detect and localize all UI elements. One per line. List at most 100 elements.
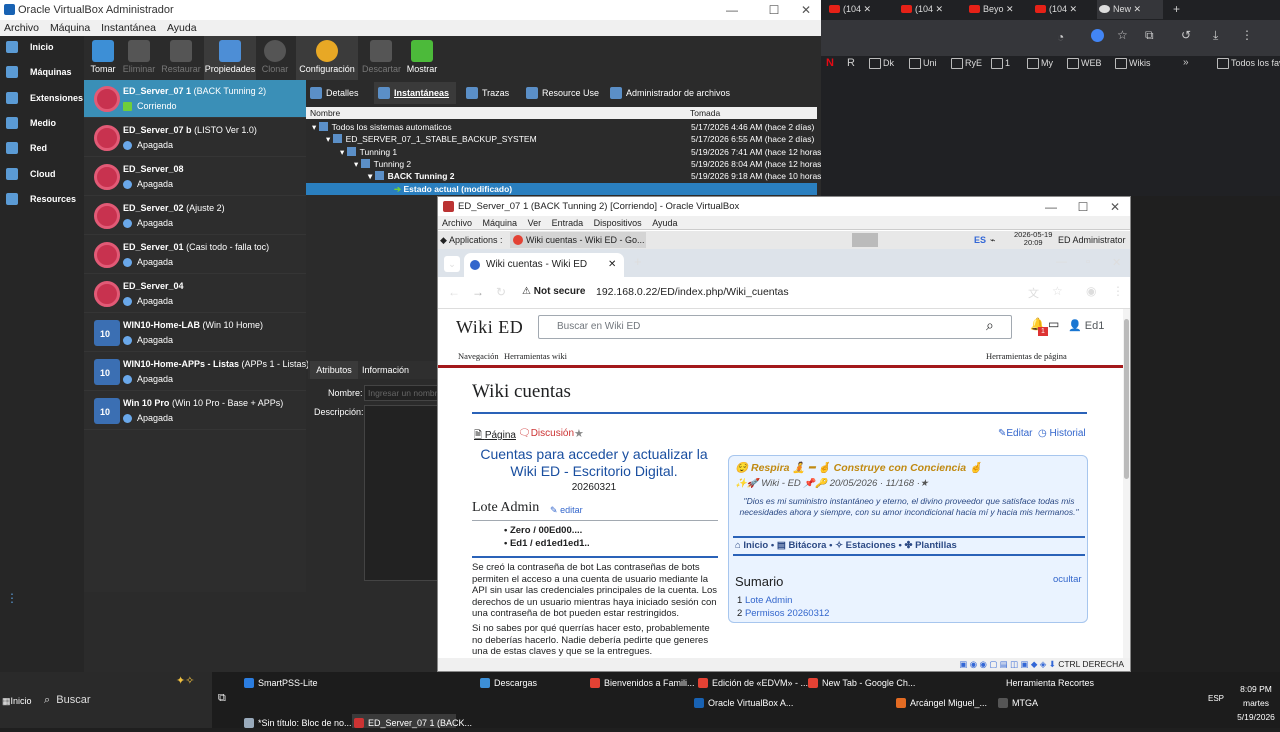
close-icon[interactable]: ✕ (864, 4, 872, 14)
taskbar-app[interactable]: ED_Server_07 1 (BACK... (354, 714, 472, 732)
history-icon[interactable]: ↺ (1181, 28, 1191, 42)
taskbar-app[interactable]: Bienvenidos a Famili... (590, 674, 695, 692)
chrome-tab[interactable]: (104 ✕ (1033, 0, 1099, 19)
edit-link[interactable]: ✎Editar (998, 428, 1033, 439)
bookmark-folder[interactable]: Wikis (1115, 56, 1151, 70)
network-icon[interactable]: ⌁ (990, 231, 995, 249)
profile-icon[interactable]: ◉ (1086, 284, 1096, 298)
portal-link-plantillas[interactable]: Plantillas (915, 540, 957, 551)
taskbar-app[interactable]: Arcángel Miguel_... (896, 694, 987, 712)
guest-chrome-restore[interactable]: ▫ (1086, 256, 1090, 268)
profile-icon[interactable] (1091, 29, 1104, 42)
chrome-tab[interactable]: Beyo ✕ (967, 0, 1033, 19)
keyboard-layout[interactable]: ES (974, 231, 986, 249)
url-input[interactable]: 192.168.0.22/ED/index.php/Wiki_cuentas (596, 286, 789, 298)
vm-item-win10-home-apps[interactable]: WIN10-Home-APPs - Listas (APPs 1 - Lista… (84, 353, 309, 391)
tab-detalles[interactable]: Detalles (306, 82, 370, 104)
close-icon[interactable]: ✕ (936, 4, 944, 14)
nav-resources[interactable]: Resources (0, 188, 84, 210)
chrome-tab-active[interactable]: New ✕ (1097, 0, 1163, 19)
taskbar-app[interactable]: *Sin título: Bloc de no... (244, 714, 352, 732)
taskbar-app[interactable]: SmartPSS-Lite (244, 674, 318, 692)
menu-icon[interactable]: ⋮ (1112, 284, 1124, 298)
guest-minimize-button[interactable]: — (1036, 197, 1066, 217)
tab-resource-use[interactable]: Resource Use (522, 82, 600, 104)
nav-inicio[interactable]: Inicio (0, 36, 84, 58)
tab-pagina[interactable]: 🗎 Página (474, 428, 516, 445)
xfce-clock[interactable]: 2026-05-19 20:09 (1014, 231, 1052, 247)
bookmark-r-icon[interactable]: R (847, 57, 855, 69)
bookmark-folder[interactable]: My (1027, 56, 1053, 70)
column-tomada[interactable]: Tomada (690, 107, 720, 119)
reload-icon[interactable]: ↻ (496, 285, 506, 299)
taskbar-app[interactable]: New Tab - Google Ch... (808, 674, 915, 692)
guest-maximize-button[interactable]: ☐ (1068, 197, 1098, 217)
scrollbar-thumb[interactable] (1124, 319, 1129, 479)
snapshot-row-current[interactable]: ➔ Estado actual (modificado) (394, 183, 512, 195)
forward-arrow-icon[interactable]: → (472, 285, 484, 299)
menu-icon[interactable]: ⋮ (1241, 28, 1253, 42)
bookmark-folder[interactable]: Todos los fav (1217, 56, 1280, 70)
history-link[interactable]: ◷ Historial (1038, 428, 1086, 439)
toc-item[interactable]: 1 Lote Admin (737, 595, 792, 606)
user-menu[interactable]: 👤 Ed1 (1068, 319, 1104, 332)
vm-item-ed-server-01[interactable]: ED_Server_01 (Casi todo - falla toc) Apag… (84, 236, 306, 274)
snapshot-row[interactable]: ▾ ED_SERVER_07_1_STABLE_BACKUP_SYSTEM (326, 133, 537, 145)
settings-button[interactable]: Configuración (296, 36, 358, 80)
restore-snapshot-button[interactable]: Restaurar (160, 36, 202, 80)
page-tools-menu[interactable]: Herramientas de página (986, 351, 1067, 361)
guest-menu-entrada[interactable]: Entrada (548, 218, 588, 228)
guest-chrome-close[interactable]: ✕ (1112, 256, 1121, 269)
properties-button[interactable]: Propiedades (204, 36, 256, 80)
system-clock[interactable]: 8:09 PM martes 5/19/2026 (1234, 682, 1278, 724)
bookmark-folder[interactable]: Dk (869, 56, 894, 70)
portal-link-bitacora[interactable]: Bitácora (788, 540, 826, 551)
vm-item-ed-server-07-b[interactable]: ED_Server_07 b (LISTO Ver 1.0) Apagada (84, 119, 306, 157)
guest-chrome-tab[interactable]: Wiki cuentas - Wiki ED ✕ (464, 253, 624, 277)
snapshot-description-input[interactable] (364, 405, 438, 581)
guest-menu-ver[interactable]: Ver (524, 218, 546, 228)
bookmark-folder[interactable]: RyE (951, 56, 982, 70)
watch-star-icon[interactable]: ★ (574, 427, 584, 440)
search-box[interactable]: ⌕ Buscar (44, 694, 91, 707)
page-scrollbar[interactable] (1123, 309, 1130, 658)
taskbar-app[interactable]: Descargas (480, 674, 537, 692)
bookmark-star-icon[interactable]: ☆ (1052, 284, 1063, 298)
taskbar-app[interactable]: Edición de «EDVM» - ... (698, 674, 808, 692)
tab-file-manager[interactable]: Administrador de archivos (606, 82, 736, 104)
snapshot-row[interactable]: ▾ Tunning 2 (354, 158, 411, 170)
wiki-tools-menu[interactable]: Herramientas wiki (504, 351, 567, 361)
portal-link-inicio[interactable]: Inicio (743, 540, 768, 551)
extensions-icon[interactable]: ⧉ (1145, 28, 1154, 43)
toc-hide-link[interactable]: ocultar (1053, 574, 1082, 585)
chrome-tab[interactable]: (104 ✕ (827, 0, 893, 19)
tab-discusion[interactable]: 🗨Discusión (518, 428, 574, 439)
alerts-icon[interactable]: ▭ (1048, 317, 1059, 331)
bookmark-folder[interactable]: 1 (991, 56, 1010, 70)
nav-maquinas[interactable]: Máquinas (0, 61, 84, 83)
menu-instantanea[interactable]: Instantánea (97, 22, 160, 34)
guest-close-button[interactable]: ✕ (1100, 197, 1130, 217)
bookmark-folder[interactable]: Uni (909, 56, 937, 70)
close-icon[interactable]: ✕ (1006, 4, 1014, 14)
taskbar-app[interactable]: Herramienta Recortes (992, 674, 1094, 692)
guest-menu-ayuda[interactable]: Ayuda (648, 218, 681, 228)
snapshot-name-input[interactable]: Ingresar un nombr (364, 385, 438, 401)
wiki-search-input[interactable]: Buscar en Wiki ED (538, 315, 1012, 339)
task-view-icon[interactable]: ⧉ (218, 692, 226, 705)
close-icon[interactable]: ✕ (1134, 4, 1142, 14)
tab-search-icon[interactable]: ⌄ (444, 256, 460, 272)
xfce-window-button[interactable]: Wiki cuentas - Wiki ED - Go... (510, 232, 646, 248)
vm-item-win10-pro[interactable]: Win 10 Pro (Win 10 Pro - Base + APPs) Apa… (84, 392, 306, 430)
wiki-nav-menu[interactable]: Navegación (458, 351, 499, 361)
close-icon[interactable]: ✕ (608, 253, 616, 277)
start-button[interactable]: ▦Inicio (2, 696, 32, 707)
taskbar-app[interactable]: Oracle VirtualBox A... (694, 694, 793, 712)
portal-link-estaciones[interactable]: Estaciones (846, 540, 896, 551)
show-button[interactable]: Mostrar (404, 36, 440, 80)
guest-chrome-minimize[interactable]: — (1056, 256, 1067, 268)
nav-medio[interactable]: Medio (0, 112, 84, 134)
toc-item[interactable]: 2 Permisos 20260312 (737, 608, 829, 619)
tab-informacion[interactable]: Información (362, 361, 409, 379)
take-snapshot-button[interactable]: Tomar (86, 36, 120, 80)
